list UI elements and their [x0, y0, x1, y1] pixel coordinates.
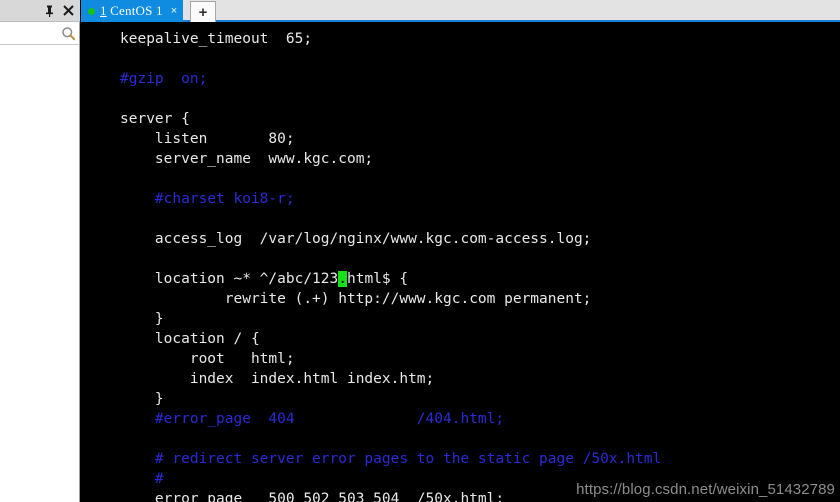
- close-icon[interactable]: [60, 2, 77, 19]
- pin-icon[interactable]: [41, 2, 58, 19]
- terminal-line: rewrite (.+) http://www.kgc.com permanen…: [120, 291, 592, 307]
- terminal-line: # redirect server error pages to the sta…: [120, 449, 840, 469]
- terminal-comment-text: #: [120, 471, 164, 487]
- tab-connected-status-icon: [88, 7, 95, 15]
- terminal-line: }: [120, 391, 164, 407]
- tab-label: 1 CentOS 1: [100, 3, 163, 19]
- search-icon[interactable]: [61, 26, 76, 41]
- watermark: https://blog.csdn.net/weixin_51432789: [576, 481, 835, 498]
- tab-accelerator-number: 1: [100, 3, 107, 18]
- terminal-comment-text: #charset koi8-r;: [120, 191, 295, 207]
- tab-title-text: CentOS 1: [106, 3, 163, 18]
- terminal-comment-text: #error_page 404 /404.html;: [120, 411, 505, 427]
- terminal-comment-text: # redirect server error pages to the sta…: [120, 451, 662, 467]
- terminal-line: #gzip on;: [120, 69, 840, 89]
- terminal-comment-text: #gzip on;: [120, 71, 208, 87]
- search-input[interactable]: [2, 25, 58, 42]
- new-tab-button[interactable]: +: [190, 1, 216, 22]
- terminal-line: access_log /var/log/nginx/www.kgc.com-ac…: [120, 231, 592, 247]
- terminal-cursor: .: [338, 271, 347, 287]
- terminal-line: location / {: [120, 331, 260, 347]
- terminal-line: server_name www.kgc.com;: [120, 151, 374, 167]
- session-tree-empty-area[interactable]: [0, 46, 79, 502]
- terminal-line: listen 80;: [120, 131, 295, 147]
- tab-centos-1[interactable]: 1 CentOS 1 ×: [81, 0, 184, 22]
- terminal-line: #error_page 404 /404.html;: [120, 409, 840, 429]
- tab-bar: 1 CentOS 1 × +: [81, 0, 840, 22]
- sidebar-titlebar: [0, 0, 80, 22]
- terminal-line: location ~* ^/abc/123.html$ {: [120, 271, 409, 287]
- terminal-line: keepalive_timeout 65;: [120, 31, 313, 47]
- terminal-line: index index.html index.htm;: [120, 371, 435, 387]
- tab-close-icon[interactable]: ×: [171, 5, 177, 17]
- terminal-output[interactable]: keepalive_timeout 65; #gzip on; server {…: [81, 24, 840, 502]
- terminal-application-window: 1 CentOS 1 × + keepalive_timeout 65; #gz…: [0, 0, 840, 502]
- sidebar-search-bar: [0, 23, 79, 45]
- terminal-line: root html;: [120, 351, 295, 367]
- terminal-line: server {: [120, 111, 190, 127]
- terminal-line: #charset koi8-r;: [120, 189, 840, 209]
- terminal-line: }: [120, 311, 164, 327]
- session-sidebar-panel: [0, 0, 80, 502]
